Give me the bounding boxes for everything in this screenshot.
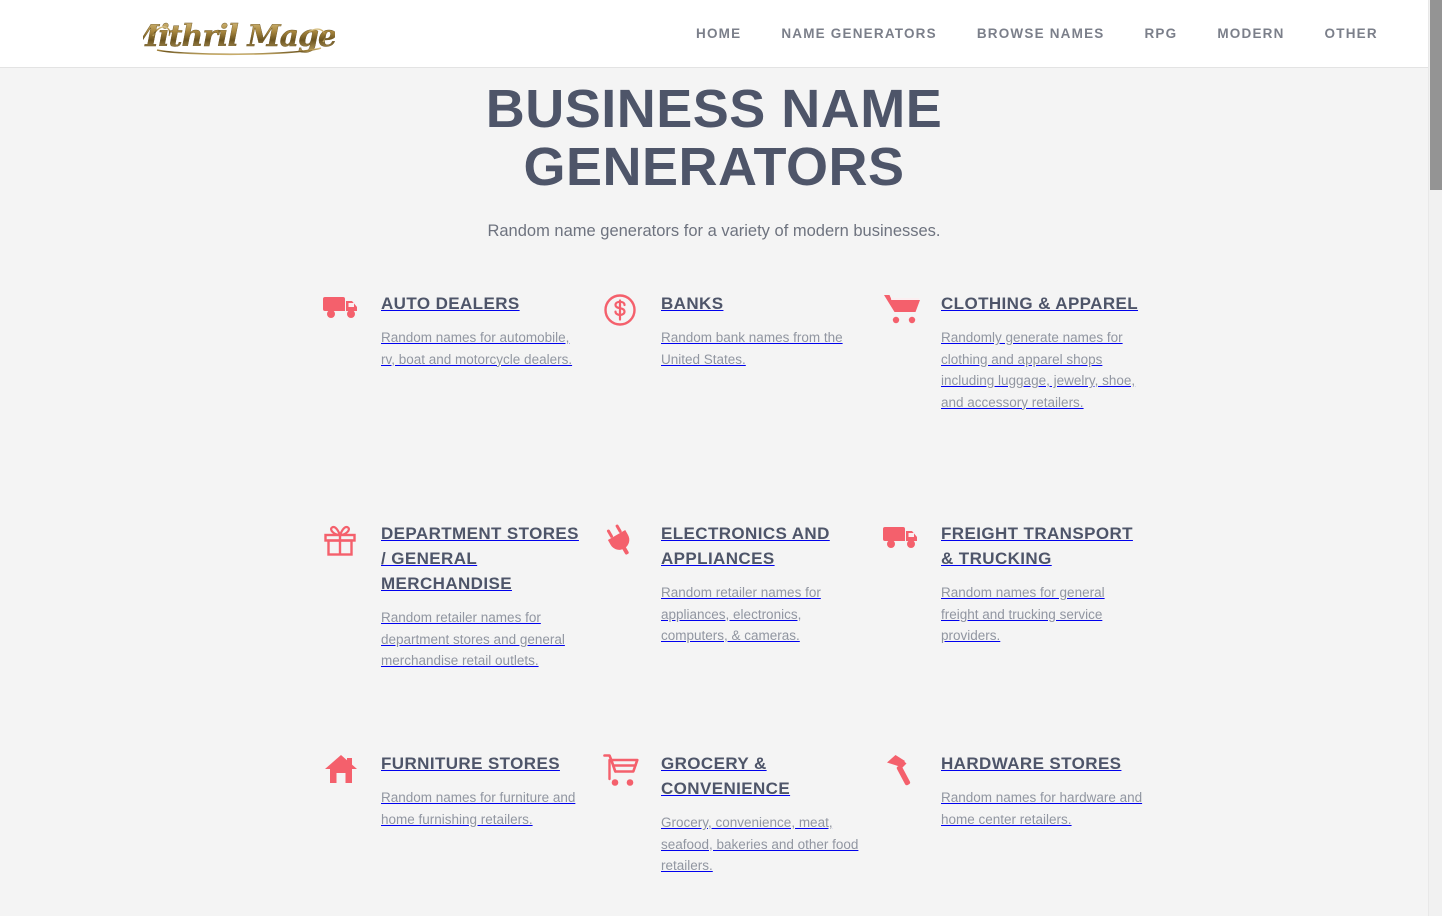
site-header: Mithril Mages HOME NAME GENERATORS BROWS… [0,0,1428,68]
card-furniture-stores[interactable]: FURNITURE STORES Random names for furnit… [323,737,583,916]
mithril-mages-logo-icon: Mithril Mages [125,19,354,56]
card-title: DEPARTMENT STORES / GENERAL MERCHANDISE [381,524,579,593]
card-description: Random names for general freight and tru… [941,585,1105,643]
nav-home[interactable]: HOME [676,0,761,68]
main-content: BUSINESS NAME GENERATORS Random name gen… [0,68,1428,916]
card-grocery-convenience[interactable]: GROCERY & CONVENIENCE Grocery, convenien… [603,737,863,916]
page-title: BUSINESS NAME GENERATORS [485,79,943,197]
card-description: Randomly generate names for clothing and… [941,330,1136,410]
card-title: HARDWARE STORES [941,754,1122,773]
hammer-icon [883,753,925,793]
card-description: Random names for hardware and home cente… [941,790,1143,827]
generator-card-grid: AUTO DEALERS Random names for automobile… [304,277,1142,916]
card-description: Random names for furniture and home furn… [381,790,576,827]
main-navigation: HOME NAME GENERATORS BROWSE NAMES RPG MO… [676,0,1398,68]
house-icon [323,753,365,793]
nav-name-generators[interactable]: NAME GENERATORS [761,0,957,68]
card-description: Random names for automobile, rv, boat an… [381,330,573,367]
card-clothing-apparel[interactable]: CLOTHING & APPAREL Randomly generate nam… [883,277,1143,507]
card-title: AUTO DEALERS [381,294,520,313]
card-description: Random retailer names for appliances, el… [661,585,821,643]
card-title: BANKS [661,294,724,313]
card-auto-dealers[interactable]: AUTO DEALERS Random names for automobile… [323,277,583,507]
truck-icon [323,293,365,333]
card-title: FREIGHT TRANSPORT & TRUCKING [941,524,1133,568]
card-electronics-appliances[interactable]: ELECTRONICS AND APPLIANCES Random retail… [603,507,863,737]
card-description: Random bank names from the United States… [661,330,843,367]
card-department-stores[interactable]: DEPARTMENT STORES / GENERAL MERCHANDISE … [323,507,583,737]
shopping-cart-solid-icon [883,293,925,333]
gift-icon [323,523,365,563]
card-freight-transport-trucking[interactable]: FREIGHT TRANSPORT & TRUCKING Random name… [883,507,1143,737]
site-logo[interactable]: Mithril Mages [125,8,354,60]
nav-rpg[interactable]: RPG [1124,0,1197,68]
card-title: FURNITURE STORES [381,754,560,773]
card-title: CLOTHING & APPAREL [941,294,1139,313]
nav-modern[interactable]: MODERN [1197,0,1304,68]
card-description: Grocery, convenience, meat, seafood, bak… [661,815,859,873]
card-banks[interactable]: BANKS Random bank names from the United … [603,277,863,507]
dollar-circle-icon [603,293,645,333]
card-title: ELECTRONICS AND APPLIANCES [661,524,830,568]
card-hardware-stores[interactable]: HARDWARE STORES Random names for hardwar… [883,737,1143,916]
card-description: Random retailer names for department sto… [381,610,565,668]
nav-browse-names[interactable]: BROWSE NAMES [957,0,1125,68]
shopping-cart-outline-icon [603,753,645,793]
vertical-scrollbar[interactable] [1428,0,1442,916]
svg-text:Mithril Mages: Mithril Mages [143,19,335,54]
nav-other[interactable]: OTHER [1305,0,1398,68]
power-plug-icon [603,523,645,563]
scrollbar-thumb[interactable] [1430,0,1442,190]
card-title: GROCERY & CONVENIENCE [661,754,791,798]
truck-icon [883,523,925,563]
page-subtitle: Random name generators for a variety of … [487,222,941,240]
